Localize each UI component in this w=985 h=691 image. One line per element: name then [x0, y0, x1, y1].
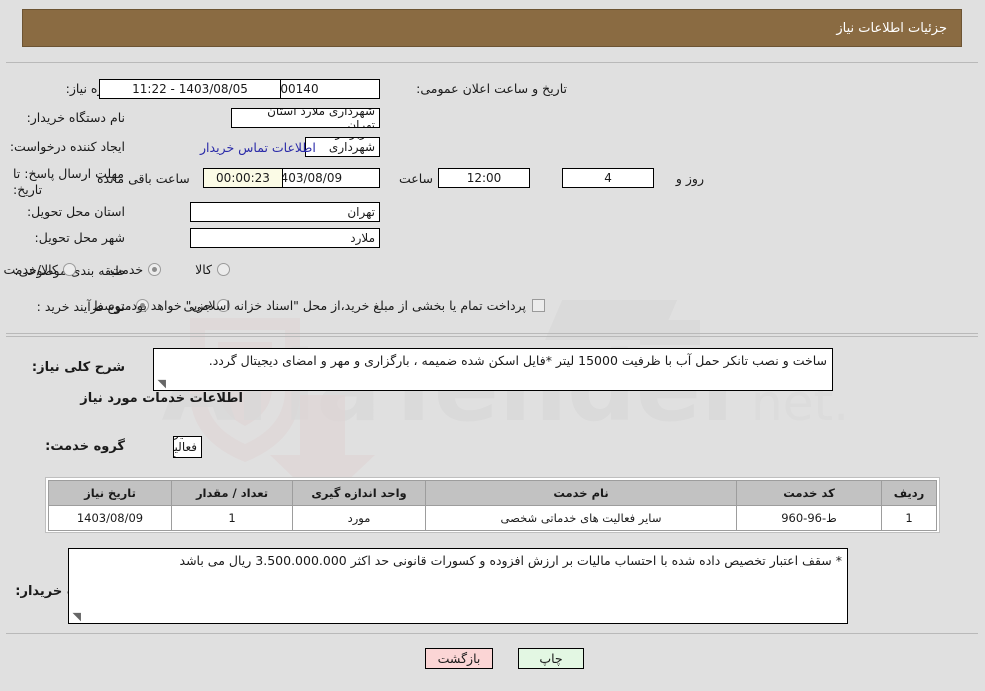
page-title: جزئیات اطلاعات نیاز [836, 20, 947, 36]
cell-name: سایر فعالیت های خدماتی شخصی [425, 505, 737, 531]
classification-option-label: خدمت [109, 262, 144, 277]
classification-radio-group: کالا خدمت کالا/خدمت [3, 262, 230, 277]
classification-option-label: کالا/خدمت [3, 262, 58, 277]
description-textarea[interactable]: ساخت و نصب تانکر حمل آب با ظرفیت 15000 ل… [153, 348, 833, 391]
cell-qty: 1 [171, 505, 293, 531]
buyer-org-field[interactable]: شهرداری ملارد استان تهران [231, 108, 380, 128]
radio-icon[interactable] [62, 263, 76, 276]
purchase-type-option-label: متوسط [92, 298, 132, 313]
classification-option-kala[interactable]: کالا [195, 262, 230, 277]
announce-datetime-label: تاریخ و ساعت اعلان عمومی: [416, 81, 567, 96]
classification-option-label: کالا [195, 262, 212, 277]
cell-radif: 1 [881, 505, 937, 531]
table-header-radif: ردیف [881, 480, 937, 506]
province-label: استان محل تحویل: [26, 204, 125, 219]
classification-option-kala-khedmat[interactable]: کالا/خدمت [3, 262, 76, 277]
description-text: ساخت و نصب تانکر حمل آب با ظرفیت 15000 ل… [208, 353, 827, 368]
buyer-notes-text: * سقف اعتبار تخصیص داده شده با احتساب ما… [179, 553, 842, 568]
services-table: ردیف کد خدمت نام خدمت واحد اندازه گیری ت… [48, 480, 937, 531]
creator-label-wrap: ایجاد کننده درخواست: [10, 139, 125, 155]
table-header-code: کد خدمت [736, 480, 882, 506]
province-field[interactable]: تهران [190, 202, 380, 222]
province-label-wrap: استان محل تحویل: [27, 204, 125, 220]
radio-icon[interactable] [148, 263, 162, 276]
creator-field[interactable]: داود یعقوبی کاربرداز شهرداری ملارد استان… [305, 137, 380, 157]
cell-code: ط-96-960 [736, 505, 882, 531]
buyer-org-label-wrap: نام دستگاه خریدار: [27, 110, 125, 126]
service-group-label: گروه خدمت: [45, 439, 125, 454]
creator-label: ایجاد کننده درخواست: [9, 139, 125, 154]
resize-grip-icon[interactable]: ◥ [71, 611, 81, 622]
buyer-notes-textarea[interactable]: * سقف اعتبار تخصیص داده شده با احتساب ما… [68, 548, 848, 624]
table-header-unit: واحد اندازه گیری [292, 480, 426, 506]
cell-unit: مورد [292, 505, 426, 531]
treasury-bond-checkbox-wrap[interactable]: پرداخت تمام یا بخشی از مبلغ خرید،از محل … [127, 298, 545, 313]
services-table-wrap: ردیف کد خدمت نام خدمت واحد اندازه گیری ت… [45, 477, 940, 533]
main-info-panel [6, 62, 978, 334]
service-group-field[interactable]: سایر فعالیت‌های خدماتی [173, 436, 202, 458]
remaining-countdown-field: 00:00:23 [203, 168, 283, 188]
table-header-name: نام خدمت [425, 480, 737, 506]
deadline-time-field[interactable]: 12:00 [438, 168, 530, 188]
deadline-time-word: ساعت [398, 171, 433, 186]
treasury-bond-checkbox-label: پرداخت تمام یا بخشی از مبلغ خرید،از محل … [127, 298, 526, 313]
radio-icon[interactable] [217, 263, 230, 276]
services-section-title: اطلاعات خدمات مورد نیاز [80, 391, 243, 406]
remaining-days-field[interactable]: 4 [562, 168, 654, 188]
table-header-row: ردیف کد خدمت نام خدمت واحد اندازه گیری ت… [48, 480, 937, 506]
resize-grip-icon[interactable]: ◥ [156, 378, 166, 389]
page-root: AriaTender .net جزئیات اطلاعات نیاز شمار… [0, 0, 985, 691]
classification-option-khedmat[interactable]: خدمت [109, 262, 162, 277]
page-header: جزئیات اطلاعات نیاز [22, 9, 962, 47]
remaining-hours-word: ساعت باقی مانده [97, 171, 190, 186]
print-button[interactable]: چاپ [518, 648, 584, 669]
table-header-qty: تعداد / مقدار [171, 480, 293, 506]
buyer-contact-link[interactable]: اطلاعات تماس خریدار [200, 140, 316, 155]
description-label: شرح کلی نیاز: [31, 360, 125, 375]
table-header-date: تاریخ نیاز [48, 480, 172, 506]
city-field[interactable]: ملارد [190, 228, 380, 248]
checkbox-icon[interactable] [532, 299, 545, 312]
announce-datetime-label-wrap: تاریخ و ساعت اعلان عمومی: [416, 81, 567, 97]
city-label: شهر محل تحویل: [34, 230, 125, 245]
buyer-org-label: نام دستگاه خریدار: [26, 110, 125, 125]
remaining-days-word: روز و [675, 171, 704, 186]
table-row[interactable]: 1 ط-96-960 سایر فعالیت های خدماتی شخصی م… [48, 505, 937, 531]
city-label-wrap: شهر محل تحویل: [35, 230, 125, 246]
cell-date: 1403/08/09 [48, 505, 172, 531]
announce-datetime-field[interactable]: 1403/08/05 - 11:22 [99, 79, 281, 99]
back-button[interactable]: بازگشت [425, 648, 493, 669]
